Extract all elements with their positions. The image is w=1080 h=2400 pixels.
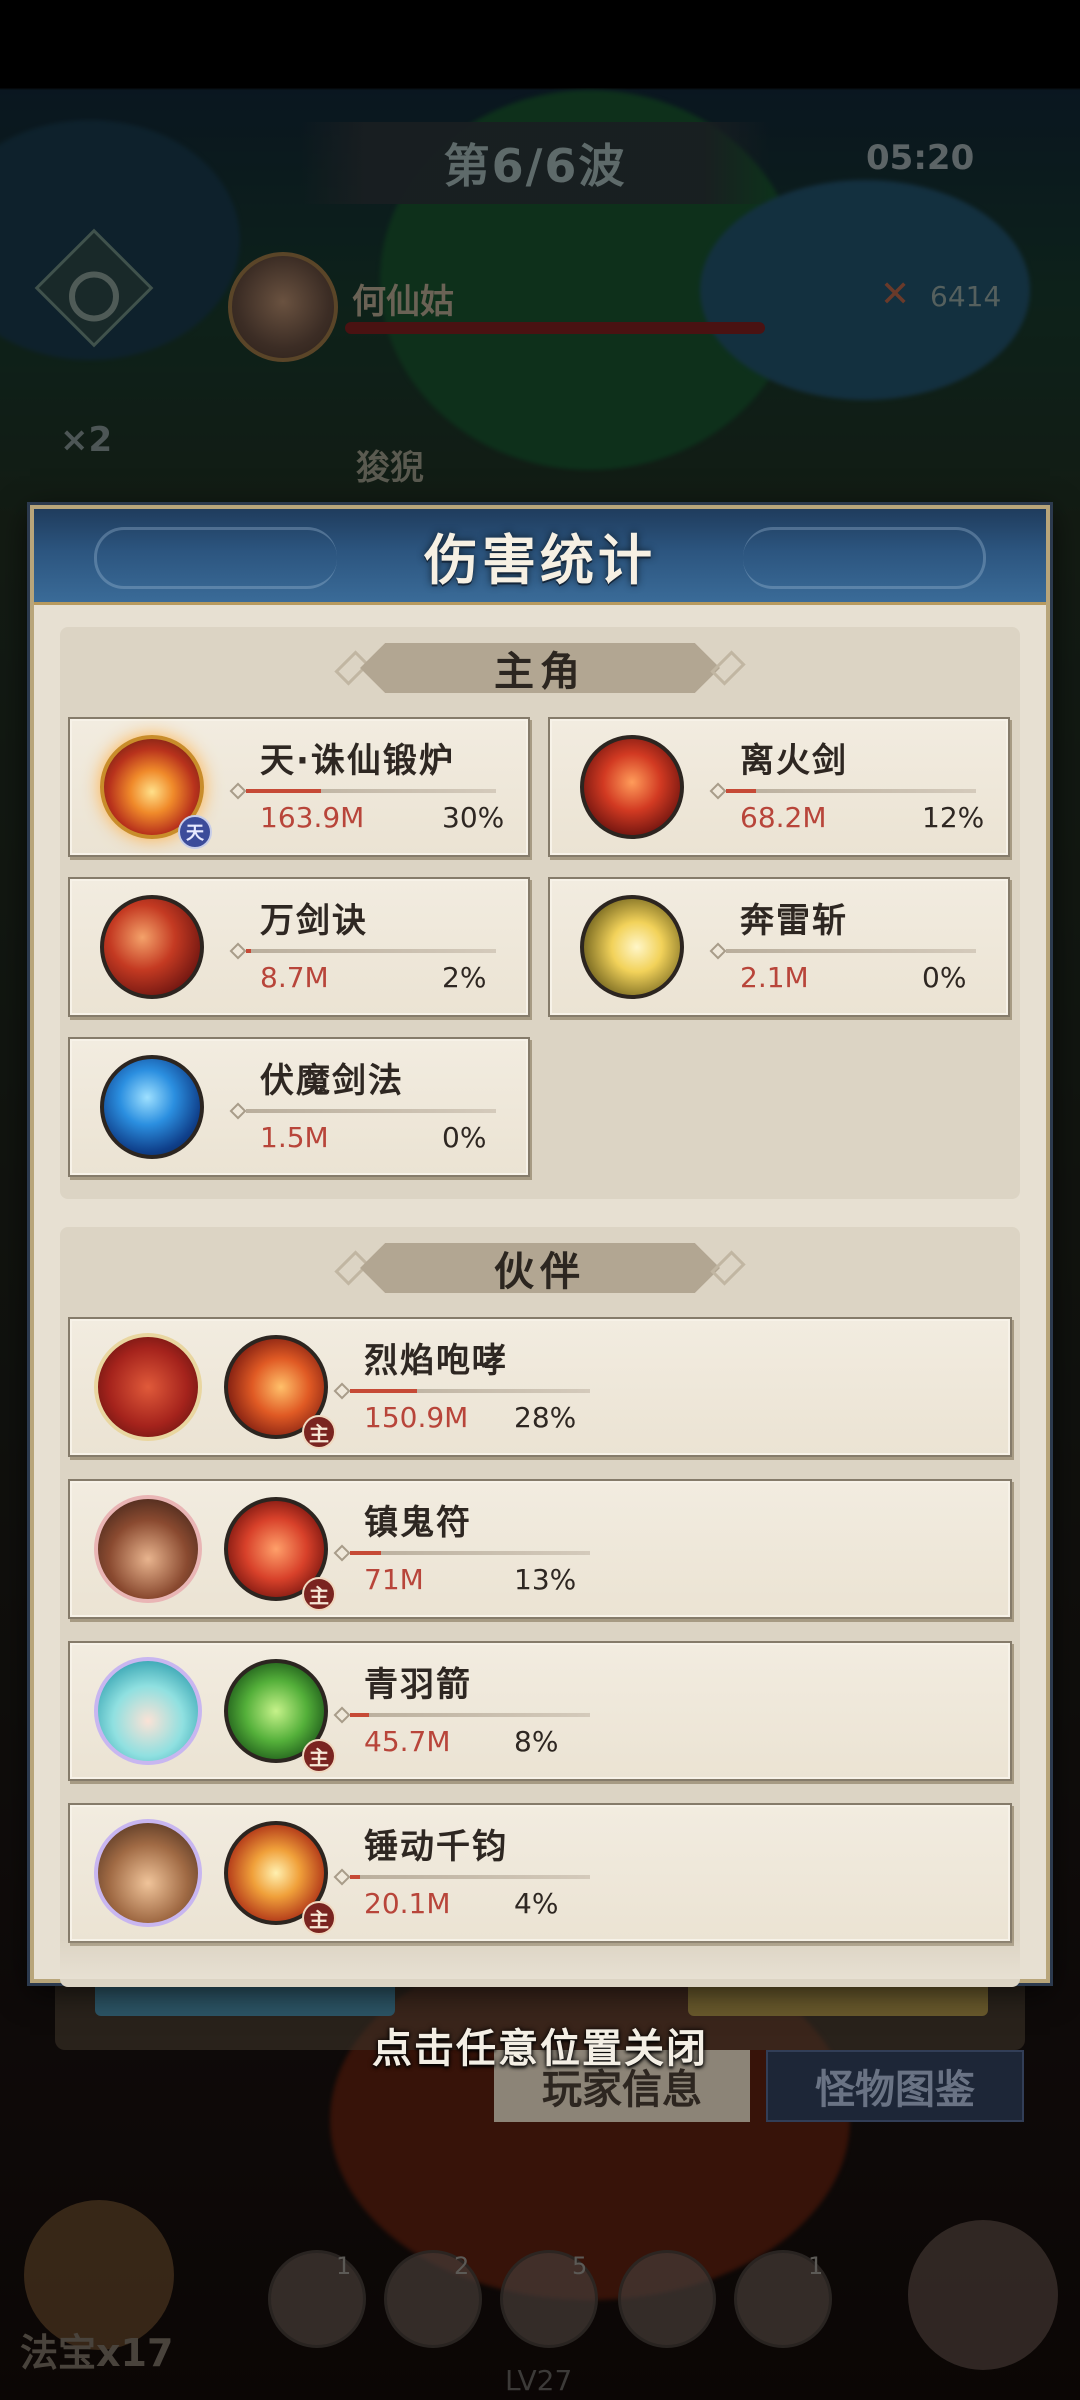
damage-percent: 12% — [922, 801, 985, 834]
damage-bar — [350, 1551, 590, 1555]
boss-name: 何仙姑 — [352, 282, 454, 322]
protagonist-heading: 主角 — [360, 643, 720, 693]
fire-sword-icon — [580, 735, 684, 839]
fabao-count: 法宝x17 — [20, 2331, 174, 2375]
damage-percent: 30% — [442, 801, 505, 834]
damage-value: 150.9M — [364, 1401, 469, 1434]
skill-name: 镇鬼符 — [364, 1503, 472, 1543]
skill-name: 奔雷斩 — [740, 901, 848, 941]
damage-value: 71M — [364, 1563, 424, 1596]
damage-bar — [350, 1389, 590, 1393]
damage-bar — [246, 1109, 496, 1113]
slot-count: 5 — [572, 2252, 588, 2280]
warrior-avatar — [94, 1819, 202, 1927]
skill-card[interactable]: 万剑诀 8.7M 2% — [68, 877, 530, 1017]
damage-value: 2.1M — [740, 961, 809, 994]
damage-percent: 8% — [514, 1725, 559, 1758]
partner-card[interactable]: 主 镇鬼符 71M 13% — [68, 1479, 1012, 1619]
partner-card[interactable]: 主 烈焰咆哮 150.9M 28% — [68, 1317, 1012, 1457]
speed-toggle[interactable]: ×2 — [60, 420, 112, 460]
damage-stats-panel: 伤害统计 主角 天 天·诛仙锻炉 163.9M 30% 离火剑 68.2M 12… — [30, 505, 1050, 1987]
damage-value: 68.2M — [740, 801, 827, 834]
section-heading: 主角 — [60, 643, 1020, 693]
slot-count: 1 — [336, 2252, 352, 2280]
battle-timer: 05:20 — [866, 138, 975, 178]
damage-bar-fill — [726, 789, 756, 793]
damage-percent: 28% — [514, 1401, 577, 1434]
bearded-general-avatar — [94, 1495, 202, 1603]
damage-bar-fill — [350, 1389, 418, 1393]
damage-bar — [726, 949, 976, 953]
status-bar — [0, 0, 1080, 88]
damage-percent: 4% — [514, 1887, 559, 1920]
partners-heading: 伙伴 — [360, 1243, 720, 1293]
skill-slot[interactable] — [618, 2250, 716, 2348]
damage-value: 45.7M — [364, 1725, 451, 1758]
damage-percent: 0% — [442, 1121, 487, 1154]
close-hint[interactable]: 点击任意位置关闭 — [0, 2016, 1080, 2074]
damage-bar — [350, 1713, 590, 1717]
tian-badge: 天 — [178, 815, 212, 849]
boss-power: 6414 — [930, 280, 1002, 313]
damage-bar-fill — [350, 1551, 382, 1555]
damage-percent: 13% — [514, 1563, 577, 1596]
skill-name: 烈焰咆哮 — [364, 1341, 508, 1381]
panel-title: 伤害统计 — [424, 529, 656, 592]
skill-name: 伏魔剑法 — [260, 1061, 404, 1101]
skill-name: 万剑诀 — [260, 901, 368, 941]
hero-portrait[interactable] — [908, 2220, 1058, 2370]
protagonist-section: 主角 天 天·诛仙锻炉 163.9M 30% 离火剑 68.2M 12% 万剑诀 — [60, 627, 1020, 1199]
skill-card[interactable]: 奔雷斩 2.1M 0% — [548, 877, 1010, 1017]
boss-avatar — [228, 252, 338, 362]
damage-bar-fill — [246, 949, 251, 953]
damage-bar-fill — [350, 1713, 370, 1717]
skill-name: 青羽箭 — [364, 1665, 472, 1705]
damage-value: 8.7M — [260, 961, 329, 994]
damage-bar — [246, 789, 496, 793]
skill-card[interactable]: 天 天·诛仙锻炉 163.9M 30% — [68, 717, 530, 857]
damage-value: 20.1M — [364, 1887, 451, 1920]
main-badge: 主 — [302, 1577, 336, 1611]
damage-value: 163.9M — [260, 801, 365, 834]
main-badge: 主 — [302, 1739, 336, 1773]
slot-count: 1 — [808, 2252, 824, 2280]
scroll-fade — [34, 1939, 1046, 1979]
thunder-slash-icon — [580, 895, 684, 999]
skill-card[interactable]: 伏魔剑法 1.5M 0% — [68, 1037, 530, 1177]
skill-name: 锤动千钧 — [364, 1827, 508, 1867]
main-badge: 主 — [302, 1415, 336, 1449]
main-badge: 主 — [302, 1901, 336, 1935]
slot-count: 2 — [454, 2252, 470, 2280]
section-heading: 伙伴 — [60, 1243, 1020, 1293]
wave-banner: 第6/6波 — [300, 122, 770, 204]
skill-name: 离火剑 — [740, 741, 848, 781]
skill-name: 天·诛仙锻炉 — [260, 741, 455, 781]
sword-rain-icon — [100, 895, 204, 999]
damage-bar-fill — [350, 1875, 360, 1879]
teal-hair-girl-avatar — [94, 1657, 202, 1765]
partner-card[interactable]: 主 青羽箭 45.7M 8% — [68, 1641, 1012, 1781]
skill-slot[interactable] — [268, 2250, 366, 2348]
player-level: LV27 — [505, 2364, 573, 2397]
bg-cloud — [0, 120, 240, 360]
fire-lion-avatar — [94, 1333, 202, 1441]
wave-label: 第6/6波 — [443, 139, 627, 193]
boss-health-bar — [345, 322, 765, 334]
partners-section: 伙伴 主 烈焰咆哮 150.9M 28% 主 镇鬼符 71M 13% 主 青羽箭… — [60, 1227, 1020, 1987]
boss2-name: 狻猊 — [356, 448, 424, 488]
panel-header: 伤害统计 — [34, 509, 1046, 605]
damage-percent: 2% — [442, 961, 487, 994]
partner-card[interactable]: 主 锤动千钧 20.1M 4% — [68, 1803, 1012, 1943]
skill-card[interactable]: 离火剑 68.2M 12% — [548, 717, 1010, 857]
damage-bar-fill — [246, 789, 321, 793]
damage-bar — [246, 949, 496, 953]
damage-percent: 0% — [922, 961, 967, 994]
demon-sword-icon — [100, 1055, 204, 1159]
damage-bar — [726, 789, 976, 793]
damage-value: 1.5M — [260, 1121, 329, 1154]
damage-bar — [350, 1875, 590, 1879]
crossed-swords-icon: ✕ — [880, 274, 911, 315]
